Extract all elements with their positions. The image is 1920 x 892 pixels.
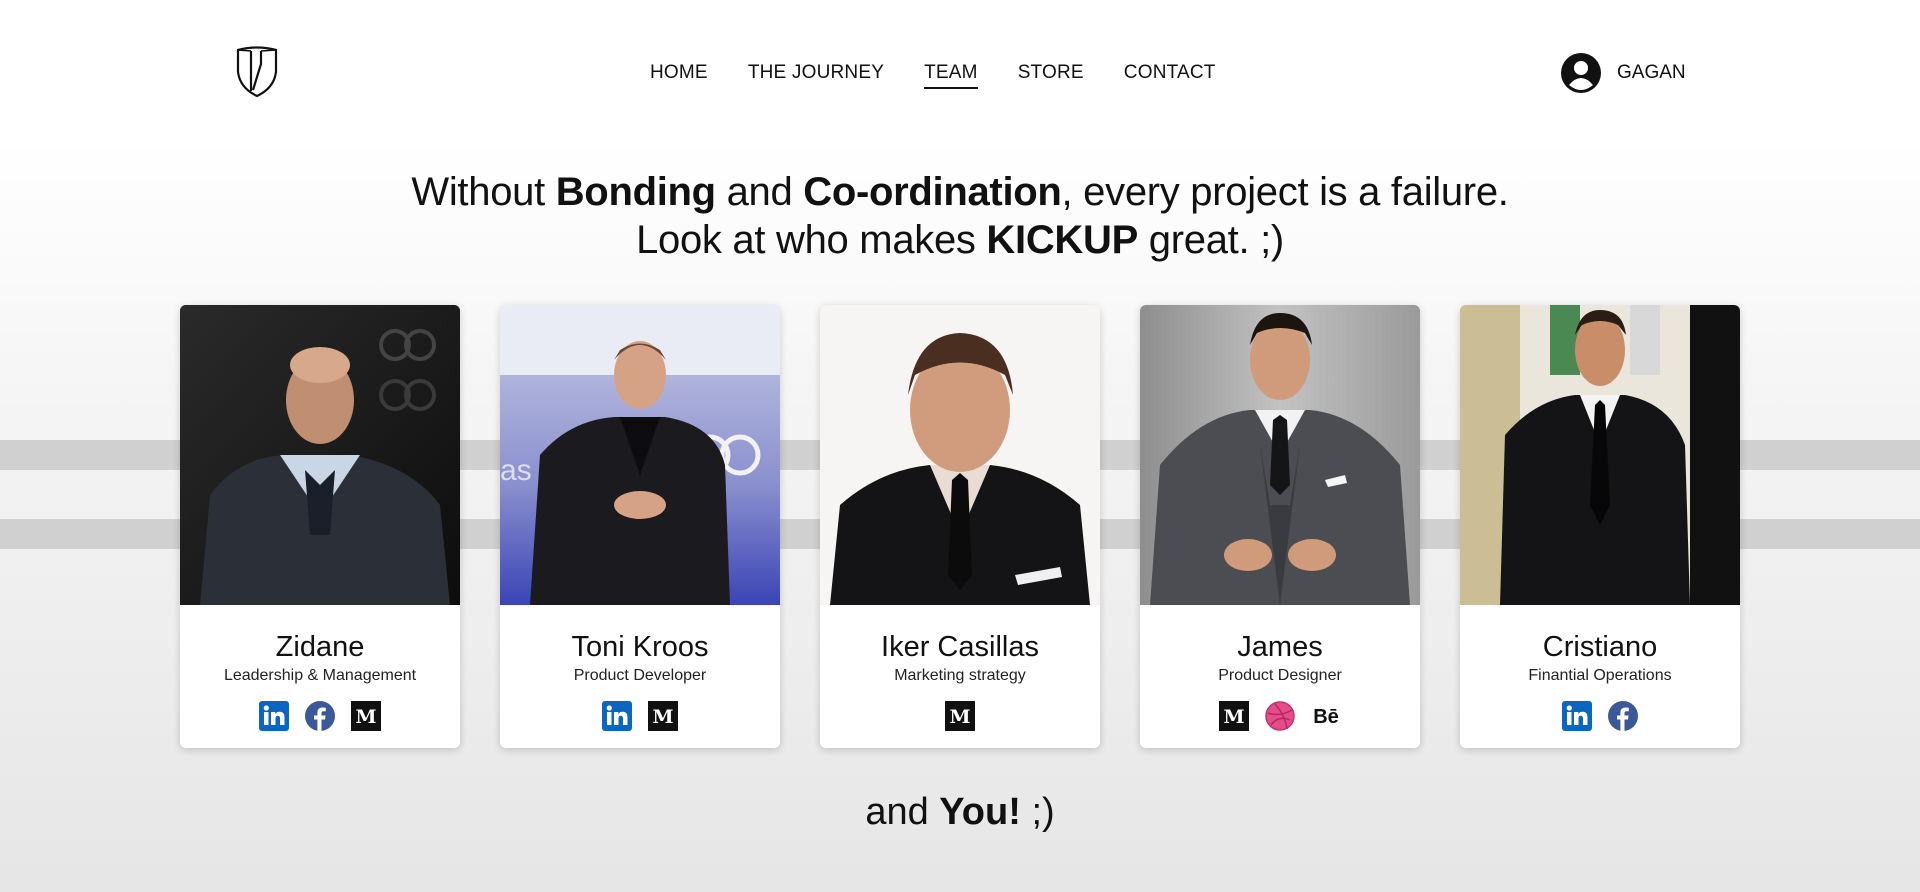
member-role: Product Designer <box>1218 667 1342 684</box>
site-header: HOME THE JOURNEY TEAM STORE CONTACT GAGA… <box>0 0 1920 146</box>
member-photo-image: as <box>500 305 780 605</box>
nav-team[interactable]: TEAM <box>924 59 978 91</box>
headline-text: and <box>715 170 804 214</box>
linkedin-icon[interactable] <box>602 701 632 731</box>
member-photo <box>820 305 1100 605</box>
team-card-toni-kroos: as Toni Kroos Product Developer M <box>500 305 780 748</box>
member-info: Cristiano Finantial Operations <box>1460 605 1740 731</box>
nav-home[interactable]: HOME <box>650 59 708 91</box>
member-photo-image <box>1140 305 1420 605</box>
facebook-icon[interactable] <box>305 701 335 731</box>
social-links: M <box>500 701 780 731</box>
headline-text: Look at who makes <box>636 218 987 262</box>
closing-line: and You! ;) <box>0 788 1920 836</box>
member-photo <box>1140 305 1420 605</box>
user-menu[interactable]: GAGAN <box>1561 53 1686 93</box>
member-info: Zidane Leadership & Management M <box>180 605 460 731</box>
headline-brand: KICKUP <box>986 218 1138 262</box>
medium-icon[interactable]: M <box>648 701 678 731</box>
headline-text: , every project is a failure. <box>1061 170 1509 214</box>
closing-text: ;) <box>1020 791 1055 833</box>
social-links: M <box>180 701 460 731</box>
member-name: James <box>1237 631 1323 663</box>
member-photo-image <box>180 305 460 605</box>
headline-line-2: Look at who makes KICKUP great. ;) <box>0 216 1920 264</box>
medium-icon[interactable]: M <box>945 701 975 731</box>
member-name: Iker Casillas <box>881 631 1039 663</box>
member-photo: as <box>500 305 780 605</box>
headline-emphasis: Co-ordination <box>803 170 1062 214</box>
team-card-iker-casillas: Iker Casillas Marketing strategy M <box>820 305 1100 748</box>
nav-the-journey[interactable]: THE JOURNEY <box>748 59 884 91</box>
shield-logo-icon[interactable] <box>234 46 280 98</box>
linkedin-icon[interactable] <box>1562 701 1592 731</box>
member-info: Iker Casillas Marketing strategy M <box>820 605 1100 731</box>
member-role: Product Developer <box>573 667 707 684</box>
svg-text:M: M <box>1223 706 1244 728</box>
user-avatar-icon[interactable] <box>1561 53 1601 93</box>
closing-emphasis: You! <box>939 791 1021 833</box>
svg-text:as: as <box>500 454 532 487</box>
nav-store[interactable]: STORE <box>1018 59 1084 91</box>
member-name: Zidane <box>275 631 365 663</box>
member-photo-image <box>1460 305 1740 605</box>
svg-text:Bē: Bē <box>1313 706 1339 728</box>
headline-text: great. ;) <box>1137 218 1284 262</box>
member-name: Cristiano <box>1542 631 1658 663</box>
user-name: GAGAN <box>1617 62 1686 83</box>
linkedin-icon[interactable] <box>259 701 289 731</box>
behance-icon[interactable]: Bē <box>1311 701 1341 731</box>
member-role: Leadership & Management <box>223 667 417 684</box>
team-cards: Zidane Leadership & Management M as Toni… <box>180 305 1740 748</box>
team-card-zidane: Zidane Leadership & Management M <box>180 305 460 748</box>
closing-text: and <box>865 791 940 833</box>
member-name: Toni Kroos <box>571 631 709 663</box>
nav-contact[interactable]: CONTACT <box>1124 59 1216 91</box>
main-nav: HOME THE JOURNEY TEAM STORE CONTACT <box>650 59 1216 91</box>
member-info: James Product Designer M Bē <box>1140 605 1420 731</box>
member-photo-image <box>820 305 1100 605</box>
headline-line-1: Without Bonding and Co-ordination, every… <box>0 168 1920 216</box>
svg-text:M: M <box>949 706 970 728</box>
member-role: Finantial Operations <box>1528 667 1672 684</box>
social-links: M <box>820 701 1100 731</box>
social-links <box>1460 701 1740 731</box>
dribbble-icon[interactable] <box>1265 701 1295 731</box>
member-photo <box>180 305 460 605</box>
page-headline: Without Bonding and Co-ordination, every… <box>0 168 1920 264</box>
social-links: M Bē <box>1140 701 1420 731</box>
member-role: Marketing strategy <box>894 667 1026 684</box>
member-info: Toni Kroos Product Developer M <box>500 605 780 731</box>
svg-text:M: M <box>652 706 673 728</box>
medium-icon[interactable]: M <box>351 701 381 731</box>
headline-text: Without <box>411 170 556 214</box>
facebook-icon[interactable] <box>1608 701 1638 731</box>
member-photo <box>1460 305 1740 605</box>
team-card-james: James Product Designer M Bē <box>1140 305 1420 748</box>
team-card-cristiano: Cristiano Finantial Operations <box>1460 305 1740 748</box>
headline-emphasis: Bonding <box>555 170 716 214</box>
medium-icon[interactable]: M <box>1219 701 1249 731</box>
svg-text:M: M <box>355 706 376 728</box>
